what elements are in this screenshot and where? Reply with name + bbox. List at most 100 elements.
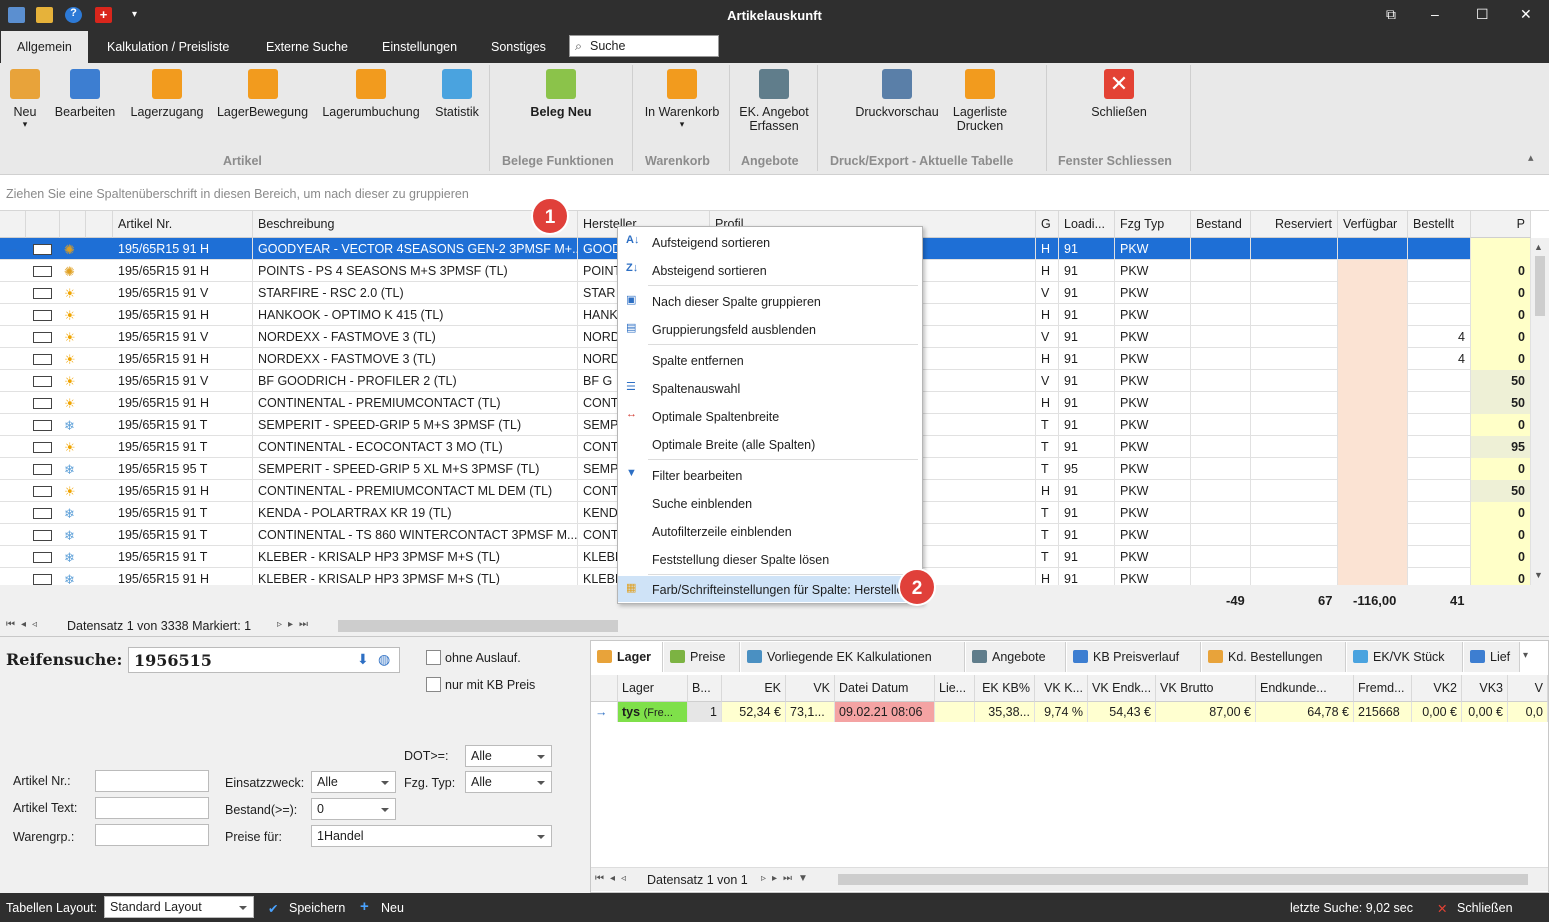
download-arrow-icon[interactable]: ⬇ xyxy=(357,651,369,668)
cell-beschreibung[interactable]: CONTINENTAL - ECOCONTACT 3 MO (TL) xyxy=(253,436,578,458)
row-checkbox[interactable] xyxy=(33,376,52,387)
cell-g[interactable]: T xyxy=(1036,502,1059,524)
cell-bestellt[interactable] xyxy=(1408,502,1471,524)
row-checkbox[interactable] xyxy=(33,508,52,519)
cell-p[interactable]: 0 xyxy=(1471,282,1531,304)
artikel-nr-input[interactable] xyxy=(95,770,209,792)
cell-artikel-nr[interactable]: 195/65R15 95 T xyxy=(113,458,253,480)
cell-beschreibung[interactable]: POINTS - PS 4 SEASONS M+S 3PMSF (TL) xyxy=(253,260,578,282)
ek-angebot-button[interactable]: EK. Angebot Erfassen xyxy=(737,69,811,133)
cell-loadindex[interactable]: 91 xyxy=(1059,392,1115,414)
row-checkbox[interactable] xyxy=(33,464,52,475)
cell-verfuegbar[interactable] xyxy=(1338,524,1408,546)
tabs-dropdown-icon[interactable]: ▾ xyxy=(1523,650,1528,661)
cell-loadindex[interactable]: 91 xyxy=(1059,304,1115,326)
cell-reserviert[interactable] xyxy=(1251,502,1338,524)
cell-reserviert[interactable] xyxy=(1251,238,1338,260)
collapse-ribbon-icon[interactable]: ▴ xyxy=(1528,151,1534,164)
row-checkbox[interactable] xyxy=(33,266,52,277)
detail-header[interactable]: VK Endk... xyxy=(1088,675,1156,702)
cell-beschreibung[interactable]: KLEBER - KRISALP HP3 3PMSF M+S (TL) xyxy=(253,568,578,585)
tab-kd-bestellungen[interactable]: Kd. Bestellungen xyxy=(1202,642,1346,672)
cell-verfuegbar[interactable] xyxy=(1338,370,1408,392)
cell-verfuegbar[interactable] xyxy=(1338,414,1408,436)
tab-einstellungen[interactable]: Einstellungen xyxy=(382,40,457,54)
detail-header[interactable]: V xyxy=(1508,675,1548,702)
header-bestand[interactable]: Bestand xyxy=(1191,211,1251,238)
tab-angebote[interactable]: Angebote xyxy=(966,642,1066,672)
detail-scroll-thumb[interactable] xyxy=(838,874,1528,885)
cell-beschreibung[interactable]: SEMPERIT - SPEED-GRIP 5 XL M+S 3PMSF (TL… xyxy=(253,458,578,480)
header-bestellt[interactable]: Bestellt xyxy=(1408,211,1471,238)
cell-fzg-typ[interactable]: PKW xyxy=(1115,458,1191,480)
cell-p[interactable]: 95 xyxy=(1471,436,1531,458)
header-loadindex[interactable]: Loadi... xyxy=(1059,211,1115,238)
cell-beschreibung[interactable]: SEMPERIT - SPEED-GRIP 5 M+S 3PMSF (TL) xyxy=(253,414,578,436)
cell-bestand[interactable] xyxy=(1191,304,1251,326)
cell-verfuegbar[interactable] xyxy=(1338,304,1408,326)
cell-g[interactable]: H xyxy=(1036,260,1059,282)
cell-fzg-typ[interactable]: PKW xyxy=(1115,480,1191,502)
cell-fzg-typ[interactable]: PKW xyxy=(1115,260,1191,282)
cell-bestellt[interactable] xyxy=(1408,524,1471,546)
cell-bestand[interactable] xyxy=(1191,480,1251,502)
cell-verfuegbar[interactable] xyxy=(1338,282,1408,304)
cell-p[interactable]: 0 xyxy=(1471,458,1531,480)
cell-artikel-nr[interactable]: 195/65R15 91 H xyxy=(113,392,253,414)
cell-reserviert[interactable] xyxy=(1251,260,1338,282)
tab-ek-kalkulationen[interactable]: Vorliegende EK Kalkulationen xyxy=(741,642,965,672)
tab-preise[interactable]: Preise xyxy=(664,642,740,672)
cell-bestand[interactable] xyxy=(1191,392,1251,414)
cell-verfuegbar[interactable] xyxy=(1338,480,1408,502)
cell-artikel-nr[interactable]: 195/65R15 91 H xyxy=(113,348,253,370)
cell-bestand[interactable] xyxy=(1191,370,1251,392)
cell-loadindex[interactable]: 91 xyxy=(1059,524,1115,546)
cell-verfuegbar[interactable] xyxy=(1338,392,1408,414)
cell-artikel-nr[interactable]: 195/65R15 91 V xyxy=(113,370,253,392)
cell-g[interactable]: T xyxy=(1036,436,1059,458)
cell-reserviert[interactable] xyxy=(1251,436,1338,458)
detail-cell[interactable]: 87,00 € xyxy=(1156,702,1256,722)
cell-g[interactable]: H xyxy=(1036,348,1059,370)
nav-first-prev-icon[interactable]: ⏮◂◃ xyxy=(595,873,632,884)
cell-artikel-nr[interactable]: 195/65R15 91 V xyxy=(113,282,253,304)
cell-bestand[interactable] xyxy=(1191,282,1251,304)
cell-fzg-typ[interactable]: PKW xyxy=(1115,282,1191,304)
new-layout-button[interactable]: Neu xyxy=(381,901,404,915)
cell-fzg-typ[interactable]: PKW xyxy=(1115,370,1191,392)
save-layout-button[interactable]: Speichern xyxy=(289,901,345,915)
maximize-icon[interactable]: ☐ xyxy=(1476,6,1489,23)
cell-g[interactable]: V xyxy=(1036,370,1059,392)
cell-p[interactable]: 0 xyxy=(1471,502,1531,524)
cell-reserviert[interactable] xyxy=(1251,524,1338,546)
cell-loadindex[interactable]: 91 xyxy=(1059,436,1115,458)
cell-loadindex[interactable]: 91 xyxy=(1059,348,1115,370)
header-checkbox[interactable] xyxy=(26,211,60,238)
dot-select[interactable]: Alle xyxy=(465,745,552,767)
cell-beschreibung[interactable]: HANKOOK - OPTIMO K 415 (TL) xyxy=(253,304,578,326)
bestand-select[interactable]: 0 xyxy=(311,798,396,820)
tab-kalkulation[interactable]: Kalkulation / Preisliste xyxy=(107,40,229,54)
detail-header[interactable]: Fremd... xyxy=(1354,675,1412,702)
detail-header[interactable]: VK3 xyxy=(1462,675,1508,702)
cell-beschreibung[interactable]: NORDEXX - FASTMOVE 3 (TL) xyxy=(253,348,578,370)
grid-scrollbar[interactable]: ▲ ▼ xyxy=(1531,238,1549,585)
cell-bestellt[interactable] xyxy=(1408,304,1471,326)
detail-cell[interactable]: 35,38... xyxy=(975,702,1035,722)
cell-verfuegbar[interactable] xyxy=(1338,502,1408,524)
row-checkbox[interactable] xyxy=(33,398,52,409)
menu-sort-ascending[interactable]: A↓ Aufsteigend sortieren xyxy=(618,229,922,255)
detail-cell[interactable]: 215668 xyxy=(1354,702,1412,722)
header-p[interactable]: P xyxy=(1471,211,1531,238)
menu-best-fit-all[interactable]: Optimale Breite (alle Spalten) xyxy=(618,431,922,457)
cell-bestellt[interactable] xyxy=(1408,546,1471,568)
cell-bestellt[interactable] xyxy=(1408,370,1471,392)
close-window-icon[interactable]: ✕ xyxy=(1520,6,1532,23)
group-by-panel[interactable]: Ziehen Sie eine Spaltenüberschrift in di… xyxy=(0,175,1549,211)
cell-g[interactable]: H xyxy=(1036,392,1059,414)
minimize-icon[interactable]: – xyxy=(1431,6,1439,22)
cell-beschreibung[interactable]: KENDA - POLARTRAX KR 19 (TL) xyxy=(253,502,578,524)
cell-g[interactable]: H xyxy=(1036,568,1059,585)
detail-header[interactable]: EK xyxy=(722,675,786,702)
cell-verfuegbar[interactable] xyxy=(1338,326,1408,348)
